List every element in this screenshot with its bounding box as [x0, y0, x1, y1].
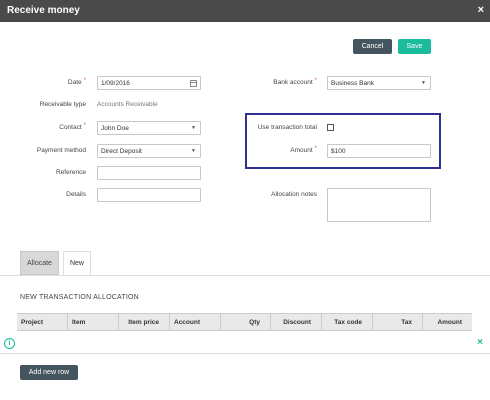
receivable-type-label: Receivable type [39, 101, 86, 108]
column-header-discount: Discount [270, 314, 321, 330]
column-header-amount: Amount [422, 314, 472, 330]
reference-input[interactable] [97, 166, 201, 180]
amount-input[interactable]: $100 [327, 144, 431, 158]
contact-value: John Doe [101, 124, 129, 132]
dialog-title: Receive money [7, 5, 80, 16]
allocation-notes-textarea[interactable] [327, 188, 431, 222]
payment-method-value: Direct Deposit [101, 147, 142, 155]
amount-label: Amount * [290, 146, 317, 154]
details-input[interactable] [97, 188, 201, 202]
date-value: 1/09/2016 [101, 79, 130, 87]
tab-allocate[interactable]: Allocate [20, 251, 59, 275]
receivable-type-value: Accounts Receivable [97, 101, 158, 108]
contact-select[interactable]: John Doe ▼ [97, 121, 201, 135]
date-field[interactable]: 1/09/2016 [97, 76, 201, 90]
payment-method-label: Payment method [36, 147, 86, 154]
details-label: Details [66, 191, 86, 198]
bank-account-value: Business Bank [331, 79, 374, 87]
contact-label: Contact * [59, 123, 86, 131]
receive-money-dialog: Receive money × Cancel Save Date * 1/09/2… [0, 0, 490, 400]
bank-account-select[interactable]: Business Bank ▼ [327, 76, 431, 90]
cancel-button[interactable]: Cancel [353, 39, 392, 54]
table-row [0, 334, 490, 354]
column-header-tax: Tax [372, 314, 422, 330]
bank-account-label: Bank account * [273, 78, 317, 86]
save-button[interactable]: Save [398, 39, 431, 54]
amount-value: $100 [331, 147, 346, 155]
column-header-qty: Qty [220, 314, 270, 330]
column-header-item: Item [67, 314, 118, 330]
chevron-down-icon: ▼ [191, 125, 196, 131]
payment-method-select[interactable]: Direct Deposit ▼ [97, 144, 201, 158]
column-header-item-price: Item price [118, 314, 169, 330]
column-header-project: Project [21, 318, 44, 326]
tabs-divider [0, 275, 490, 276]
calendar-icon[interactable] [190, 80, 197, 87]
close-icon[interactable]: × [478, 4, 484, 16]
column-header-tax-code: Tax code [321, 314, 372, 330]
column-header-account: Account [169, 314, 220, 330]
use-transaction-total-label: Use transaction total [257, 124, 317, 131]
use-transaction-total-checkbox[interactable] [327, 124, 334, 131]
highlight-box [245, 113, 441, 169]
remove-row-icon[interactable]: × [477, 337, 483, 348]
section-title: NEW TRANSACTION ALLOCATION [20, 294, 139, 301]
allocation-notes-label: Allocation notes [271, 191, 317, 198]
reference-label: Reference [56, 169, 86, 176]
info-icon: i [4, 338, 15, 349]
dialog-titlebar: Receive money × [0, 0, 490, 22]
chevron-down-icon: ▼ [421, 80, 426, 86]
date-label: Date * [67, 78, 86, 86]
tab-new[interactable]: New [63, 251, 91, 276]
add-new-row-button[interactable]: Add new row [20, 365, 78, 380]
chevron-down-icon: ▼ [191, 148, 196, 154]
allocation-table-header: Project Item Item price Account Qty Disc… [17, 313, 472, 331]
